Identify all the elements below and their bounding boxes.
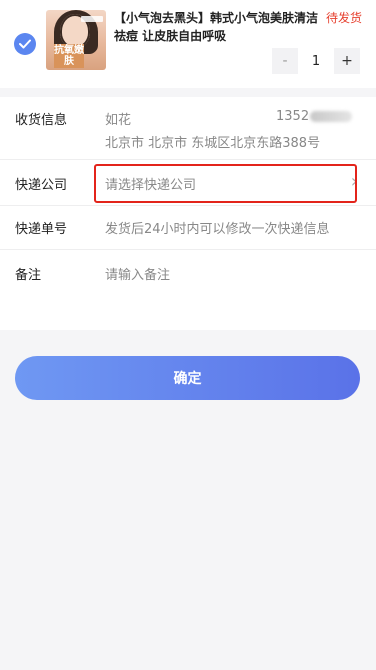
quantity-stepper: - 1 + [272, 48, 360, 74]
decrease-button[interactable]: - [272, 48, 298, 74]
tracking-row[interactable]: 快递单号 发货后24小时内可以修改一次快递信息 [0, 206, 376, 250]
receiver-name: 如花 [105, 113, 132, 128]
select-checkbox[interactable] [14, 33, 36, 55]
tracking-label: 快递单号 [15, 222, 68, 237]
order-status: 待发货 [325, 11, 362, 25]
brand-logo [81, 16, 103, 22]
product-image[interactable]: 抗氧嫩肤 [46, 10, 106, 70]
page: 抗氧嫩肤 【小气泡去黑头】韩式小气泡美肤清洁祛痘 让皮肤自由呼吸 待发货 - 1… [0, 0, 376, 670]
receiver-label: 收货信息 [15, 113, 68, 128]
remark-row[interactable]: 备注 请输入备注 [0, 250, 376, 330]
receiver-address: 北京市 北京市 东城区北京东路388号 [105, 136, 321, 151]
product-card: 抗氧嫩肤 【小气泡去黑头】韩式小气泡美肤清洁祛痘 让皮肤自由呼吸 待发货 - 1… [0, 0, 376, 88]
receiver-row: 收货信息 如花 1352 北京市 北京市 东城区北京东路388号 [0, 97, 376, 160]
check-icon [19, 39, 31, 49]
tracking-hint: 发货后24小时内可以修改一次快递信息 [105, 222, 330, 237]
product-image-tag: 抗氧嫩肤 [54, 44, 84, 68]
confirm-button[interactable]: 确定 [15, 356, 360, 400]
receiver-phone: 1352 [276, 109, 353, 124]
quantity-value[interactable]: 1 [298, 48, 334, 74]
redacted-phone [310, 111, 353, 122]
remark-input[interactable]: 请输入备注 [105, 264, 170, 283]
increase-button[interactable]: + [334, 48, 360, 74]
product-title[interactable]: 【小气泡去黑头】韩式小气泡美肤清洁祛痘 让皮肤自由呼吸 [114, 9, 324, 45]
remark-label: 备注 [15, 268, 42, 283]
courier-label: 快递公司 [15, 178, 68, 193]
delivery-form: 收货信息 如花 1352 北京市 北京市 东城区北京东路388号 快递公司 请选… [0, 97, 376, 330]
highlight-box [94, 164, 357, 203]
